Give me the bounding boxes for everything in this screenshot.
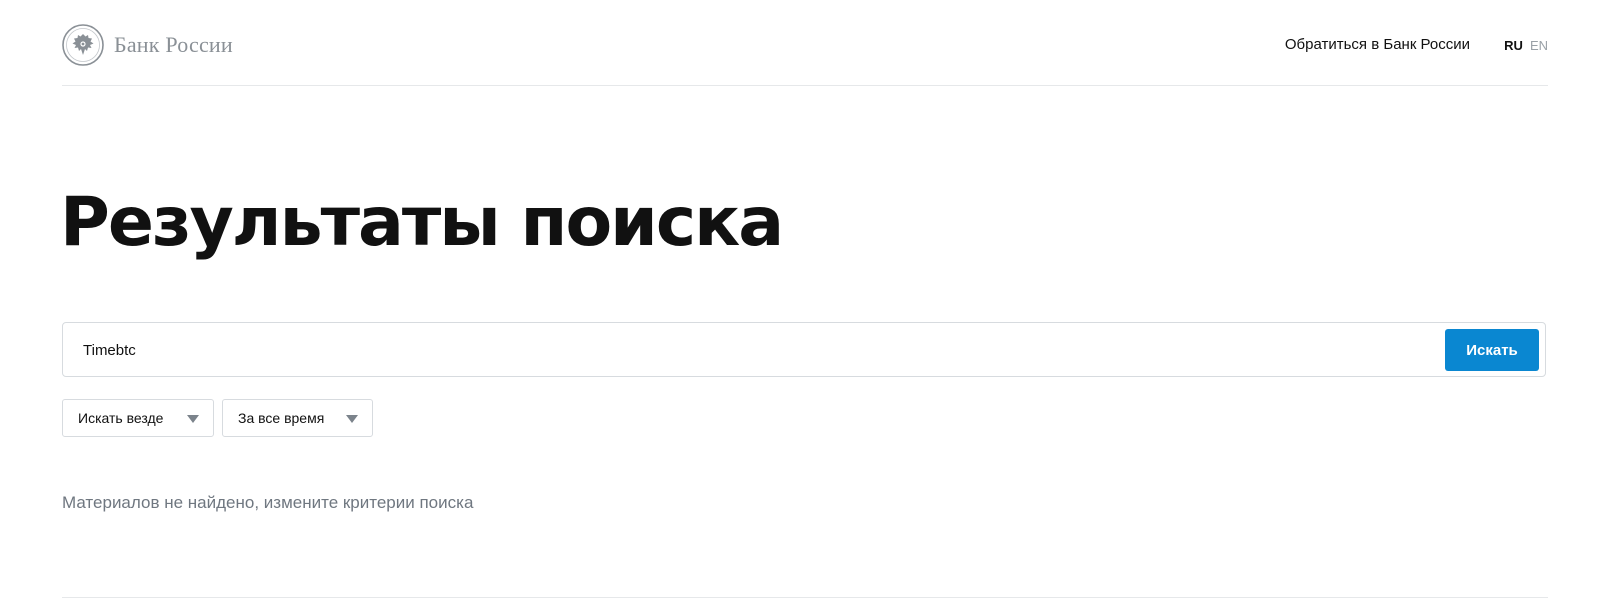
bank-emblem-icon (62, 24, 104, 66)
footer-divider (62, 597, 1548, 598)
lang-ru-link[interactable]: RU (1504, 38, 1523, 53)
contact-bank-link[interactable]: Обратиться в Банк России (1285, 36, 1470, 53)
page: Банк России Обратиться в Банк России RU E… (0, 0, 1600, 607)
chevron-down-icon (346, 415, 358, 423)
no-results-message: Материалов не найдено, измените критерии… (62, 493, 474, 512)
filter-scope-label: Искать везде (78, 410, 164, 426)
site-header: Банк России Обратиться в Банк России RU E… (62, 0, 1548, 86)
language-switcher: RU EN (1504, 38, 1548, 53)
search-input[interactable] (83, 337, 1383, 363)
chevron-down-icon (187, 415, 199, 423)
lang-en-link[interactable]: EN (1530, 38, 1548, 53)
page-title: Результаты поиска (60, 183, 784, 262)
filter-period-label: За все время (238, 410, 325, 426)
logo-text: Банк России (114, 32, 233, 57)
filter-period-dropdown[interactable]: За все время (222, 399, 373, 437)
logo-link[interactable]: Банк России (62, 24, 233, 66)
filter-scope-dropdown[interactable]: Искать везде (62, 399, 214, 437)
search-form: Искать (62, 322, 1546, 377)
search-button[interactable]: Искать (1445, 329, 1539, 371)
